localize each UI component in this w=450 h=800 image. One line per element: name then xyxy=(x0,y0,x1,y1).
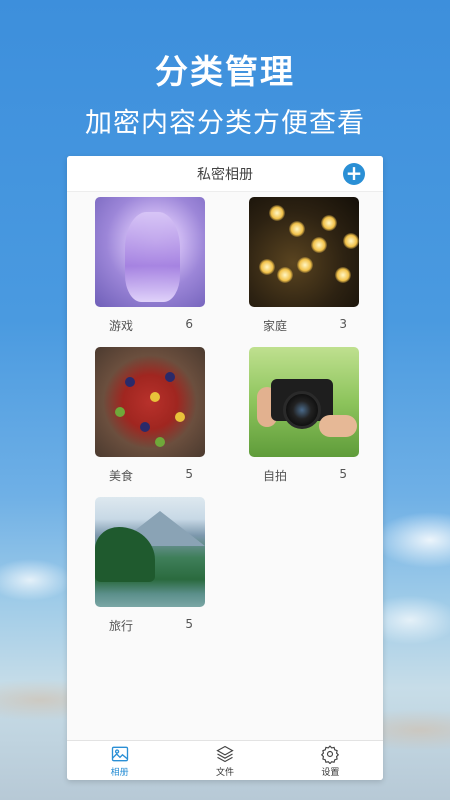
tab-settings[interactable]: 设置 xyxy=(278,741,383,780)
hero-title: 分类管理 xyxy=(155,52,295,91)
tab-label: 文件 xyxy=(215,767,234,778)
album-thumbnail xyxy=(95,347,205,457)
album-count: 3 xyxy=(339,317,347,331)
bottom-tab-bar: 相册 文件 设置 xyxy=(67,740,383,780)
album-count: 6 xyxy=(185,317,193,331)
album-thumbnail xyxy=(249,197,359,307)
image-icon xyxy=(111,746,128,761)
album-item-food[interactable]: 美食 5 xyxy=(95,347,205,484)
album-item-travel[interactable]: 旅行 5 xyxy=(95,497,205,634)
tab-album[interactable]: 相册 xyxy=(67,741,172,780)
album-count: 5 xyxy=(339,467,347,481)
album-count: 5 xyxy=(185,467,193,481)
layers-icon xyxy=(216,745,234,762)
tab-label: 设置 xyxy=(321,767,340,778)
album-count: 5 xyxy=(185,617,193,631)
album-name: 游戏 xyxy=(109,319,134,333)
add-album-button[interactable]: + xyxy=(343,163,365,185)
album-name: 家庭 xyxy=(263,319,288,333)
gear-icon xyxy=(321,744,340,764)
album-name: 美食 xyxy=(109,469,134,483)
tab-files[interactable]: 文件 xyxy=(172,741,277,780)
tab-label: 相册 xyxy=(110,767,129,778)
album-thumbnail xyxy=(249,347,359,457)
hero-subtitle: 加密内容分类方便查看 xyxy=(85,108,365,139)
album-thumbnail xyxy=(95,497,205,607)
album-name: 自拍 xyxy=(263,469,288,483)
album-item-game[interactable]: 游戏 6 xyxy=(95,197,205,334)
album-name: 旅行 xyxy=(109,619,134,633)
album-item-selfie[interactable]: 自拍 5 xyxy=(249,347,359,484)
phone-screen: 私密相册 + 游戏 6 家庭 3 美食 5 自拍 5 旅行 5 相册 文件 设置 xyxy=(67,156,383,780)
page-title: 私密相册 xyxy=(197,166,253,183)
album-item-family[interactable]: 家庭 3 xyxy=(249,197,359,334)
app-header: 私密相册 + xyxy=(67,156,383,192)
album-thumbnail xyxy=(95,197,205,307)
